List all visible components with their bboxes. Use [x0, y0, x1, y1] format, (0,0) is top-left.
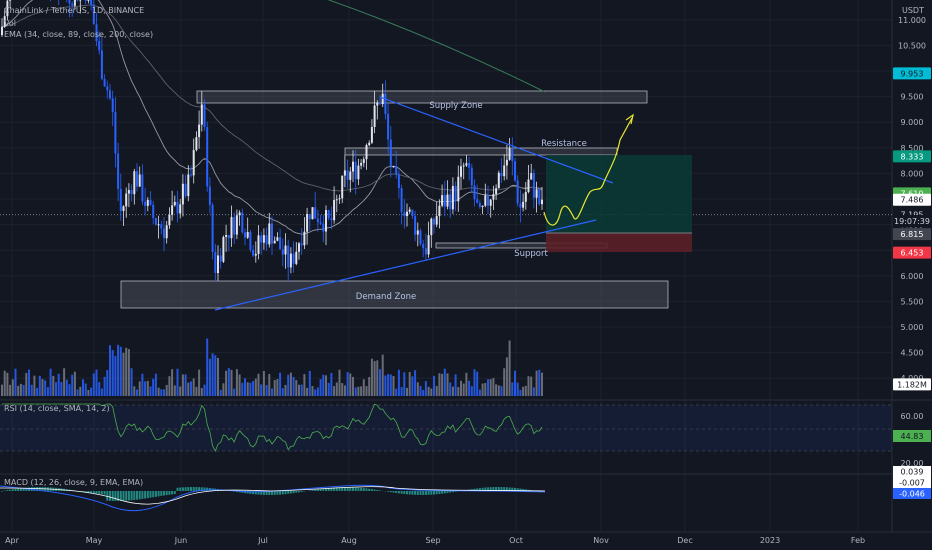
symbol-title[interactable]: ChainLink / TetherUS, 1D, BINANCE [4, 5, 144, 16]
time-tick: Oct [509, 536, 523, 545]
rsi-pane [0, 403, 892, 452]
price-badge-text: 7.486 [901, 196, 924, 205]
vol-legend[interactable]: Vol [4, 18, 16, 29]
currency-label: USDT [902, 6, 924, 15]
price-badge-text: 1.182M [897, 380, 927, 389]
time-tick: Sep [425, 536, 440, 545]
time-tick: Apr [5, 536, 20, 545]
price-tick: 4.500 [901, 349, 924, 358]
demand-label: Demand Zone [356, 292, 416, 302]
price-tick: 9.000 [901, 118, 924, 127]
price-tick: 6.000 [901, 272, 924, 281]
macd-badge-text: -0.007 [899, 479, 925, 488]
macd-legend[interactable]: MACD (12, 26, close, 9, EMA, EMA) [4, 477, 143, 488]
macd-badge-text: -0.046 [899, 490, 925, 499]
time-tick: 2023 [760, 536, 780, 545]
time-tick: Jun [174, 536, 188, 545]
supply-label: Supply Zone [429, 101, 482, 111]
price-badge-text: 6.453 [901, 249, 924, 258]
ema-legend[interactable]: EMA (34, close, 89, close, 200, close) [4, 29, 153, 40]
price-tick: 5.000 [901, 323, 924, 332]
rsi-badge-text: 44.83 [901, 432, 924, 441]
stop-loss-zone [546, 233, 692, 252]
time-tick: Aug [341, 536, 357, 545]
time-tick: Dec [677, 536, 692, 545]
price-tick: 8.000 [901, 169, 924, 178]
price-badge-text: 8.333 [901, 152, 924, 161]
macd-badge-text: 0.039 [901, 468, 924, 477]
rsi-tick: 60.00 [901, 412, 924, 421]
time-tick: Nov [593, 536, 609, 545]
price-badge-text: 19:07:39 [894, 217, 930, 226]
price-tick: 11.000 [898, 16, 926, 25]
price-tick: 5.500 [901, 297, 924, 306]
time-tick: May [86, 536, 103, 545]
time-tick: Jul [257, 536, 268, 545]
time-tick: Feb [851, 536, 865, 545]
resistance-box [344, 147, 618, 156]
resistance-label: Resistance [541, 139, 587, 149]
rsi-legend[interactable]: RSI (14, close, SMA, 14, 2) [4, 403, 110, 414]
supply-zone-box [196, 90, 648, 104]
chart-canvas[interactable]: Supply ZoneResistanceSupportDemand Zone … [0, 0, 932, 550]
price-badge-text: 6.815 [901, 230, 924, 239]
price-tick: 9.500 [901, 93, 924, 102]
price-badge-text: 9.953 [901, 69, 924, 78]
support-label: Support [514, 249, 548, 259]
price-tick: 10.500 [898, 41, 926, 50]
